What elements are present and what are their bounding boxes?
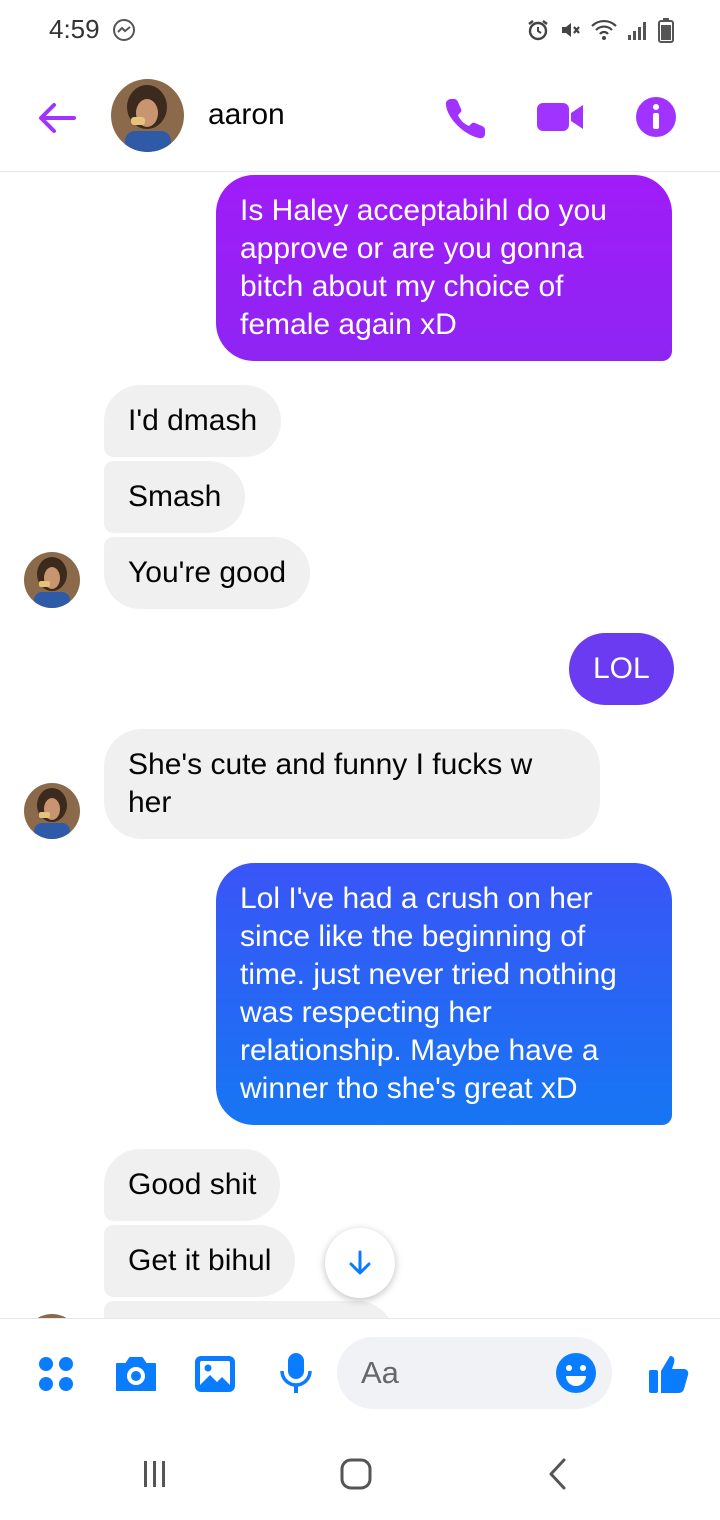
status-indicators	[526, 16, 674, 44]
arrow-down-icon	[349, 1250, 371, 1275]
arrow-left-icon[interactable]	[34, 96, 78, 140]
microphone-icon	[280, 1353, 312, 1393]
message-bubble-incoming[interactable]: I'd dmash	[104, 385, 282, 457]
system-navigation-bar	[0, 1428, 720, 1520]
message-text: LOL	[593, 652, 650, 685]
message-text: Is Haley acceptabihl do you approve or a…	[240, 194, 607, 341]
status-time: 4:59	[49, 14, 100, 44]
message-bubble-outgoing[interactable]: Is Haley acceptabihl do you approve or a…	[216, 175, 672, 361]
wifi-icon	[591, 19, 617, 40]
message-bubble-incoming[interactable]: You're good	[104, 537, 311, 609]
info-icon	[636, 97, 676, 137]
chat-header: aaron	[0, 62, 720, 172]
smiley-icon[interactable]	[554, 1351, 598, 1395]
battery-icon	[658, 18, 674, 43]
message-text: You're good	[128, 556, 287, 589]
home-button[interactable]	[331, 1454, 381, 1494]
status-bar: 4:59	[0, 0, 720, 62]
call-button[interactable]	[440, 92, 490, 142]
four-dots-icon	[39, 1357, 73, 1391]
recent-apps-icon	[144, 1461, 165, 1487]
message-bubble-incoming[interactable]: Good shit	[104, 1149, 281, 1221]
voice-button[interactable]	[271, 1349, 321, 1399]
message-bubble-outgoing[interactable]: LOL	[569, 633, 674, 705]
message-text: Smash	[128, 480, 222, 513]
message-text: She's cute and funny I fucks w her	[128, 748, 533, 819]
video-camera-icon	[537, 103, 583, 131]
sender-avatar[interactable]	[24, 552, 80, 608]
signal-icon	[628, 22, 646, 40]
message-bubble-outgoing[interactable]: Lol I've had a crush on her since like t…	[216, 863, 672, 1125]
mute-icon	[562, 23, 580, 37]
thumbs-up-icon	[649, 1356, 689, 1393]
message-text: Good shit	[128, 1168, 257, 1201]
chevron-left-icon	[549, 1458, 566, 1490]
contact-avatar[interactable]	[111, 79, 184, 152]
gallery-button[interactable]	[190, 1349, 240, 1399]
message-input[interactable]: Aa	[337, 1337, 612, 1409]
message-input-placeholder: Aa	[361, 1355, 399, 1390]
image-icon	[195, 1356, 235, 1392]
message-text: I'd dmash	[128, 404, 258, 437]
message-composer: Aa	[0, 1318, 720, 1428]
message-thread[interactable]: Is Haley acceptabihl do you approve or a…	[0, 172, 720, 1318]
camera-icon	[116, 1357, 156, 1391]
alarm-icon	[528, 20, 548, 41]
recent-apps-button[interactable]	[130, 1454, 180, 1494]
message-text: Lol I've had a crush on her since like t…	[240, 882, 617, 1105]
messenger-notification-icon	[113, 19, 135, 41]
message-bubble-incoming[interactable]: Smash	[104, 461, 246, 533]
apps-button[interactable]	[31, 1349, 81, 1399]
home-icon	[340, 1458, 372, 1490]
back-nav-button[interactable]	[533, 1454, 583, 1494]
video-call-button[interactable]	[535, 92, 585, 142]
like-button[interactable]	[644, 1349, 694, 1399]
message-bubble-incoming-partial[interactable]	[104, 1301, 394, 1318]
message-bubble-incoming[interactable]: She's cute and funny I fucks w her	[104, 729, 600, 839]
message-bubble-incoming[interactable]: Get it bihul	[104, 1225, 296, 1297]
sender-avatar[interactable]	[24, 783, 80, 839]
message-text: Get it bihul	[128, 1244, 272, 1277]
contact-name[interactable]: aaron	[208, 98, 285, 132]
phone-icon	[445, 99, 485, 139]
scroll-to-bottom-button[interactable]	[325, 1228, 395, 1298]
camera-button[interactable]	[111, 1349, 161, 1399]
info-button[interactable]	[631, 92, 681, 142]
